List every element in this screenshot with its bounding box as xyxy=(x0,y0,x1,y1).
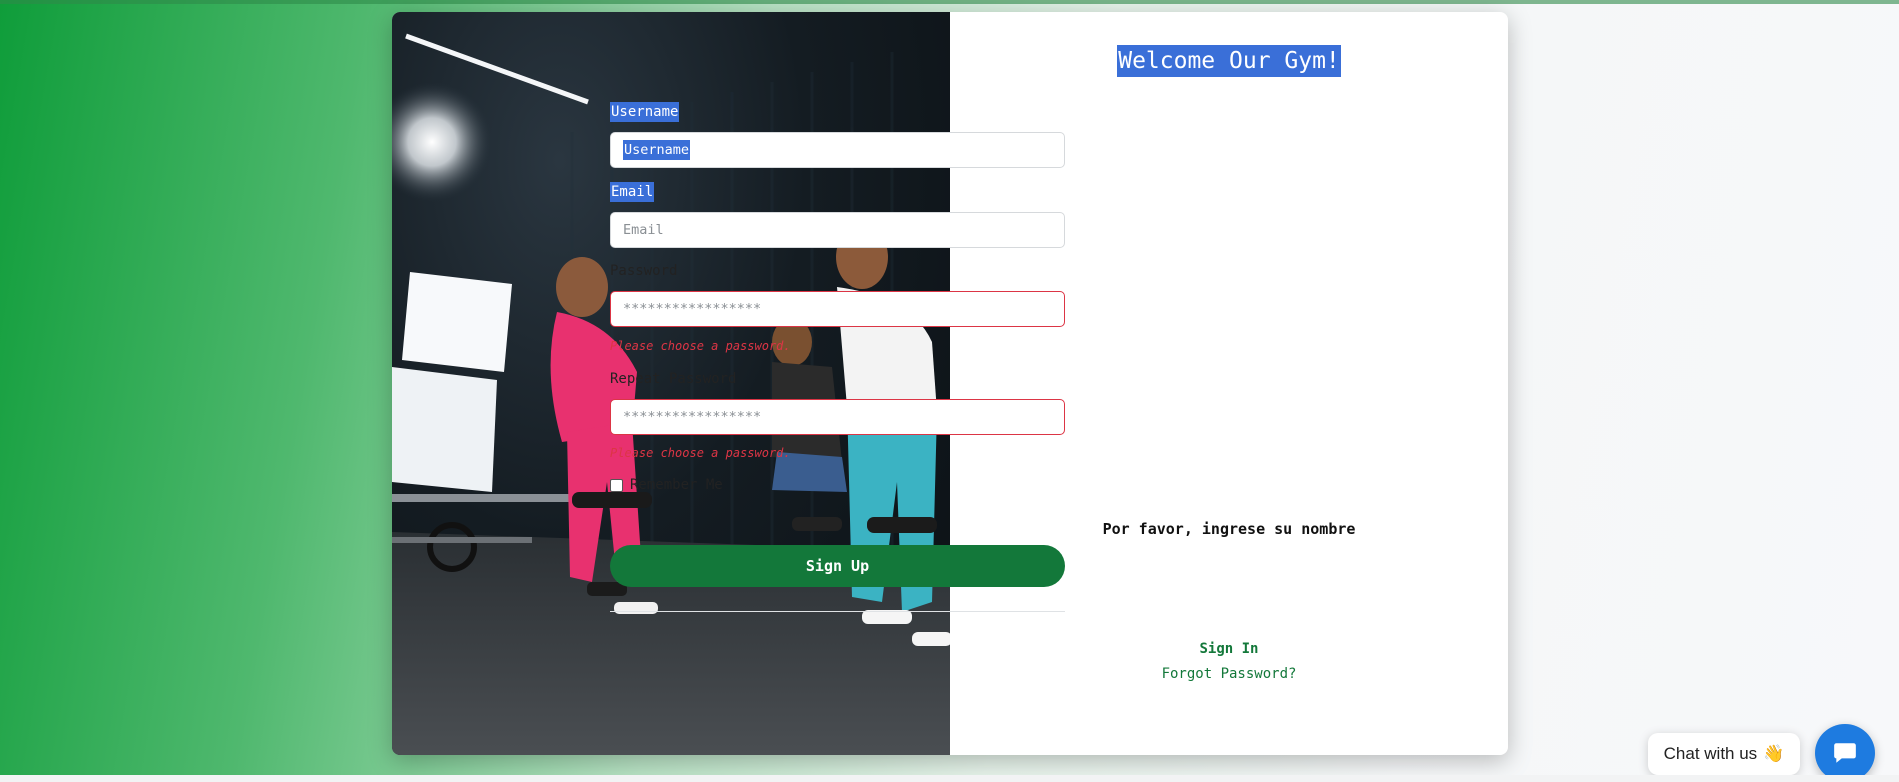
password-label: Password xyxy=(610,263,678,279)
chat-with-us-pill[interactable]: Chat with us 👋 xyxy=(1648,733,1800,775)
repeat-password-placeholder: ***************** xyxy=(623,409,762,425)
repeat-password-label: Repeat Password xyxy=(610,371,737,387)
repeat-password-error: Please choose a password. xyxy=(610,446,791,460)
forgot-password-link[interactable]: Forgot Password? xyxy=(950,666,1508,682)
sign-in-link[interactable]: Sign In xyxy=(950,641,1508,657)
remember-me-row: Remember Me xyxy=(610,477,723,493)
chat-launcher-button[interactable] xyxy=(1815,724,1875,782)
username-label: Username xyxy=(610,102,680,122)
name-notice: Por favor, ingrese su nombre xyxy=(1102,520,1356,538)
email-placeholder: Email xyxy=(623,222,664,238)
username-placeholder: Username xyxy=(623,140,691,160)
email-label: Email xyxy=(610,182,655,202)
repeat-password-field[interactable]: ***************** xyxy=(610,399,1065,435)
password-error: Please choose a password. xyxy=(610,339,791,353)
page-title: Welcome Our Gym! xyxy=(950,45,1508,77)
remember-me-checkbox[interactable] xyxy=(610,478,623,492)
remember-me-label[interactable]: Remember Me xyxy=(630,477,723,493)
sign-up-button[interactable]: Sign Up xyxy=(610,545,1065,587)
username-label-text: Username xyxy=(610,102,680,122)
bottom-strip xyxy=(0,775,1899,782)
chat-bubble-icon xyxy=(1834,743,1856,763)
password-placeholder: ***************** xyxy=(623,301,762,317)
chat-pill-label: Chat with us xyxy=(1663,744,1758,763)
wave-icon: 👋 xyxy=(1763,744,1785,763)
email-field[interactable]: Email xyxy=(610,212,1065,248)
username-field[interactable]: Username xyxy=(610,132,1065,168)
top-bar xyxy=(0,0,1899,4)
divider xyxy=(610,611,1065,612)
email-label-text: Email xyxy=(610,182,655,202)
page-title-text: Welcome Our Gym! xyxy=(1117,45,1341,77)
password-field[interactable]: ***************** xyxy=(610,291,1065,327)
